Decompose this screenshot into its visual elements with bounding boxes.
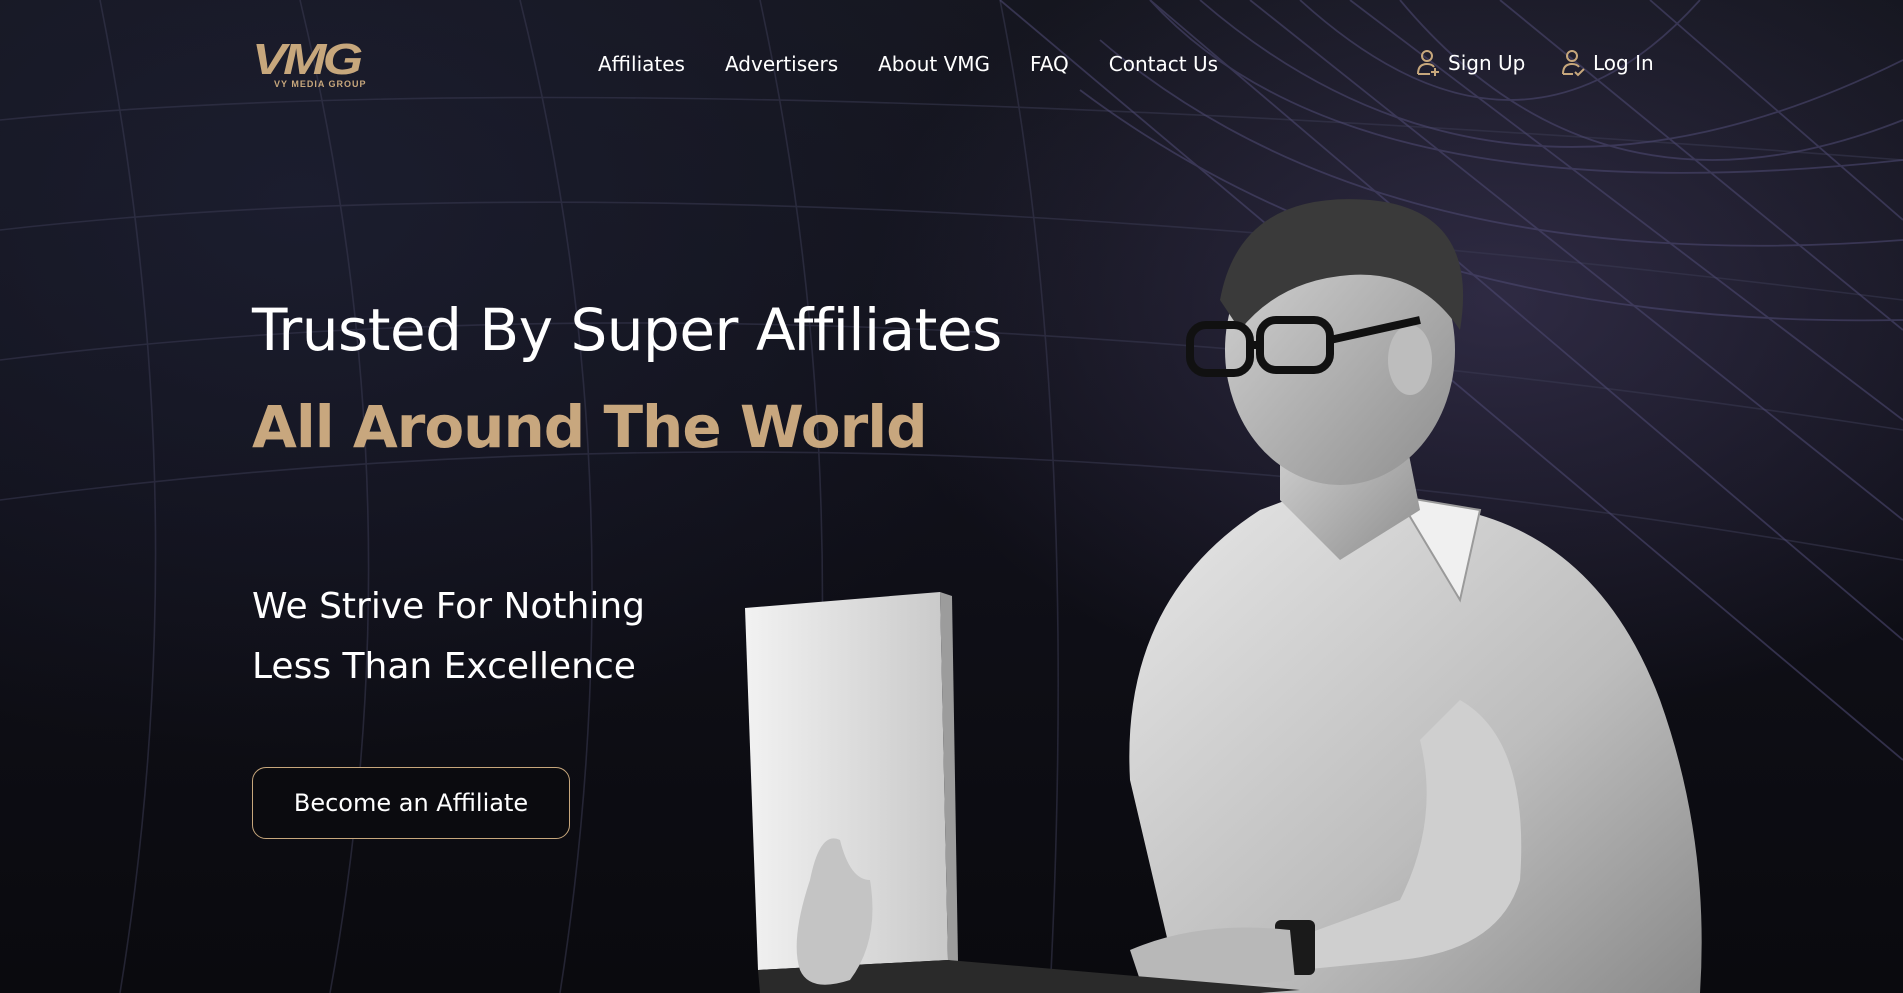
- hero-tagline: We Strive For Nothing Less Than Excellen…: [252, 577, 645, 697]
- sign-up-link[interactable]: Sign Up: [1416, 48, 1525, 78]
- logo-subtitle: VY MEDIA GROUP: [274, 79, 367, 89]
- log-in-label: Log In: [1593, 51, 1654, 75]
- vmg-logo[interactable]: VMG VY MEDIA GROUP: [252, 38, 402, 90]
- logo-text: VMG: [252, 35, 363, 84]
- user-check-icon: [1562, 50, 1585, 77]
- hero-page: VMG VY MEDIA GROUP Affiliates Advertiser…: [0, 0, 1903, 993]
- nav-item-advertisers[interactable]: Advertisers: [725, 52, 838, 76]
- tagline-line-2: Less Than Excellence: [252, 646, 636, 687]
- become-affiliate-button[interactable]: Become an Affiliate: [252, 767, 570, 839]
- nav-item-contact-us[interactable]: Contact Us: [1109, 52, 1218, 76]
- tagline-line-1: We Strive For Nothing: [252, 586, 645, 627]
- nav-item-affiliates[interactable]: Affiliates: [598, 52, 685, 76]
- log-in-link[interactable]: Log In: [1561, 48, 1654, 78]
- user-plus-icon: [1417, 50, 1439, 76]
- main-nav: Affiliates Advertisers About VMG FAQ Con…: [598, 52, 1258, 76]
- nav-item-about-vmg[interactable]: About VMG: [878, 52, 990, 76]
- nav-item-faq[interactable]: FAQ: [1030, 52, 1069, 76]
- sign-up-label: Sign Up: [1448, 51, 1526, 75]
- man-with-laptop-photo: [745, 199, 1702, 993]
